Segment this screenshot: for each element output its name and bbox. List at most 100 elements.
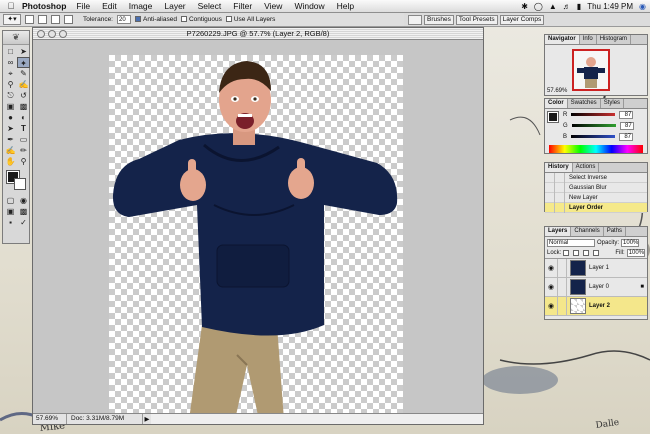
sync-icon[interactable]: ◯ [534,2,543,11]
path-select-icon[interactable]: ➤ [4,123,17,134]
opacity-input[interactable]: 100% [621,238,640,247]
lasso-tool-icon[interactable]: ∞ [4,57,17,68]
blue-value[interactable]: 87 [619,132,634,141]
tool-preset-picker[interactable]: ✦▾ [3,14,21,25]
blue-slider[interactable]: B 87 [545,131,647,142]
menu-help[interactable]: Help [337,1,354,11]
jump-to-imageready-icon[interactable]: ✓ [17,217,30,228]
menu-window[interactable]: Window [294,1,324,11]
spotlight-icon[interactable]: ◉ [639,2,646,11]
document-size-info[interactable]: Doc: 3.31M/8.79M [67,414,143,424]
move-tool-icon[interactable]: ➤ [17,46,30,57]
gradient-tool-icon[interactable]: ▩ [17,101,30,112]
new-selection-icon[interactable] [25,15,34,24]
menu-filter[interactable]: Filter [233,1,252,11]
eyedropper-tool-icon[interactable]: ✏ [17,145,30,156]
eye-icon[interactable]: ◉ [545,302,557,310]
green-slider[interactable]: G 87 [545,120,647,131]
red-slider[interactable]: R 87 [545,109,647,120]
menu-image[interactable]: Image [129,1,153,11]
well-tab-tool-presets[interactable]: Tool Presets [455,14,498,25]
menubar-clock[interactable]: Thu 1:49 PM [587,2,633,11]
app-menu[interactable]: Photoshop [22,1,66,11]
menu-select[interactable]: Select [198,1,222,11]
brush-tool-icon[interactable]: ✍ [17,79,30,90]
screen-mode-standard-icon[interactable]: ▣ [4,206,17,217]
use-all-layers-checkbox[interactable]: Use All Layers [225,16,275,23]
screen-mode-full-icon[interactable]: ▩ [17,206,30,217]
layer-row[interactable]: ◉ Layer 0 ■ [545,277,647,297]
horizontal-scrollbar[interactable] [151,414,483,424]
tab-channels[interactable]: Channels [571,227,604,236]
wifi-icon[interactable]: ▲ [549,2,557,11]
navigator-zoom-field[interactable]: 57.69% [547,88,567,94]
history-item-selected[interactable]: Layer Order [545,202,647,213]
menu-layer[interactable]: Layer [164,1,185,11]
standard-mode-icon[interactable]: ▢ [4,195,17,206]
eye-icon[interactable]: ◉ [545,264,557,272]
history-item[interactable]: Select Inverse [545,172,647,183]
well-tab-brushes[interactable]: Brushes [424,14,454,25]
screen-mode-menu-icon[interactable]: ▪ [4,217,17,228]
menu-file[interactable]: File [76,1,90,11]
anti-aliased-checkbox[interactable]: Anti-aliased [135,16,177,23]
image-canvas[interactable] [109,55,403,423]
tab-color[interactable]: Color [545,99,568,108]
dodge-tool-icon[interactable]: ◐ [17,112,30,123]
well-tab-layer-comps[interactable]: Layer Comps [499,14,545,25]
type-tool-icon[interactable]: T [17,123,30,134]
healing-brush-icon[interactable]: ⚲ [4,79,17,90]
lock-pixels-icon[interactable] [573,250,580,256]
eraser-tool-icon[interactable]: ▣ [4,101,17,112]
eye-icon[interactable]: ◉ [545,283,557,291]
tab-styles[interactable]: Styles [601,99,625,108]
subtract-selection-icon[interactable] [51,15,60,24]
marquee-tool-icon[interactable]: □ [4,46,17,57]
layer-row-selected[interactable]: ◉ Layer 2 [545,296,647,316]
volume-icon[interactable]: ♬ [563,2,571,11]
lock-all-icon[interactable] [593,250,600,256]
tab-swatches[interactable]: Swatches [568,99,601,108]
tab-actions[interactable]: Actions [573,163,600,172]
blur-tool-icon[interactable]: ● [4,112,17,123]
quick-mask-icon[interactable]: ◉ [17,195,30,206]
apple-icon[interactable]:  [0,1,22,11]
add-selection-icon[interactable] [38,15,47,24]
zoom-level-field[interactable]: 57.69% [33,414,67,424]
color-spectrum-bar[interactable] [549,145,643,153]
battery-icon[interactable]: ▮ [577,2,581,11]
layer-name[interactable]: Layer 1 [589,265,609,271]
lock-position-icon[interactable] [583,250,590,256]
layer-name[interactable]: Layer 0 [589,284,640,290]
file-browser-icon[interactable] [408,14,422,25]
fill-input[interactable]: 100% [626,249,645,257]
hand-tool-icon[interactable]: ✋ [4,156,17,167]
zoom-button[interactable] [59,30,67,38]
clone-stamp-icon[interactable]: ⎋ [4,90,17,101]
blend-mode-select[interactable]: Normal [547,238,595,247]
pen-tool-icon[interactable]: ✒ [4,134,17,145]
tab-history[interactable]: History [545,163,573,172]
notes-tool-icon[interactable]: ✍ [4,145,17,156]
red-value[interactable]: 87 [619,110,634,119]
tab-paths[interactable]: Paths [604,227,627,236]
layer-row[interactable]: ◉ Layer 1 [545,258,647,278]
shape-tool-icon[interactable]: ▭ [17,134,30,145]
history-item[interactable]: New Layer [545,192,647,203]
close-button[interactable] [37,30,45,38]
navigator-preview[interactable] [572,49,610,91]
zoom-tool-icon[interactable]: ⚲ [17,156,30,167]
magic-wand-tool-icon[interactable]: ✦ [17,57,30,68]
green-value[interactable]: 87 [619,121,634,130]
history-item[interactable]: Gaussian Blur [545,182,647,193]
bluetooth-icon[interactable]: ✱ [521,2,528,11]
intersect-selection-icon[interactable] [64,15,73,24]
contiguous-checkbox[interactable]: Contiguous [180,16,222,23]
background-color-swatch[interactable] [14,178,26,190]
color-panel-foreground-swatch[interactable] [547,111,559,123]
history-brush-icon[interactable]: ↺ [17,90,30,101]
tab-histogram[interactable]: Histogram [597,35,632,44]
crop-tool-icon[interactable]: ⌖ [4,68,17,79]
layer-name[interactable]: Layer 2 [589,303,610,309]
lock-transparency-icon[interactable] [563,250,570,256]
